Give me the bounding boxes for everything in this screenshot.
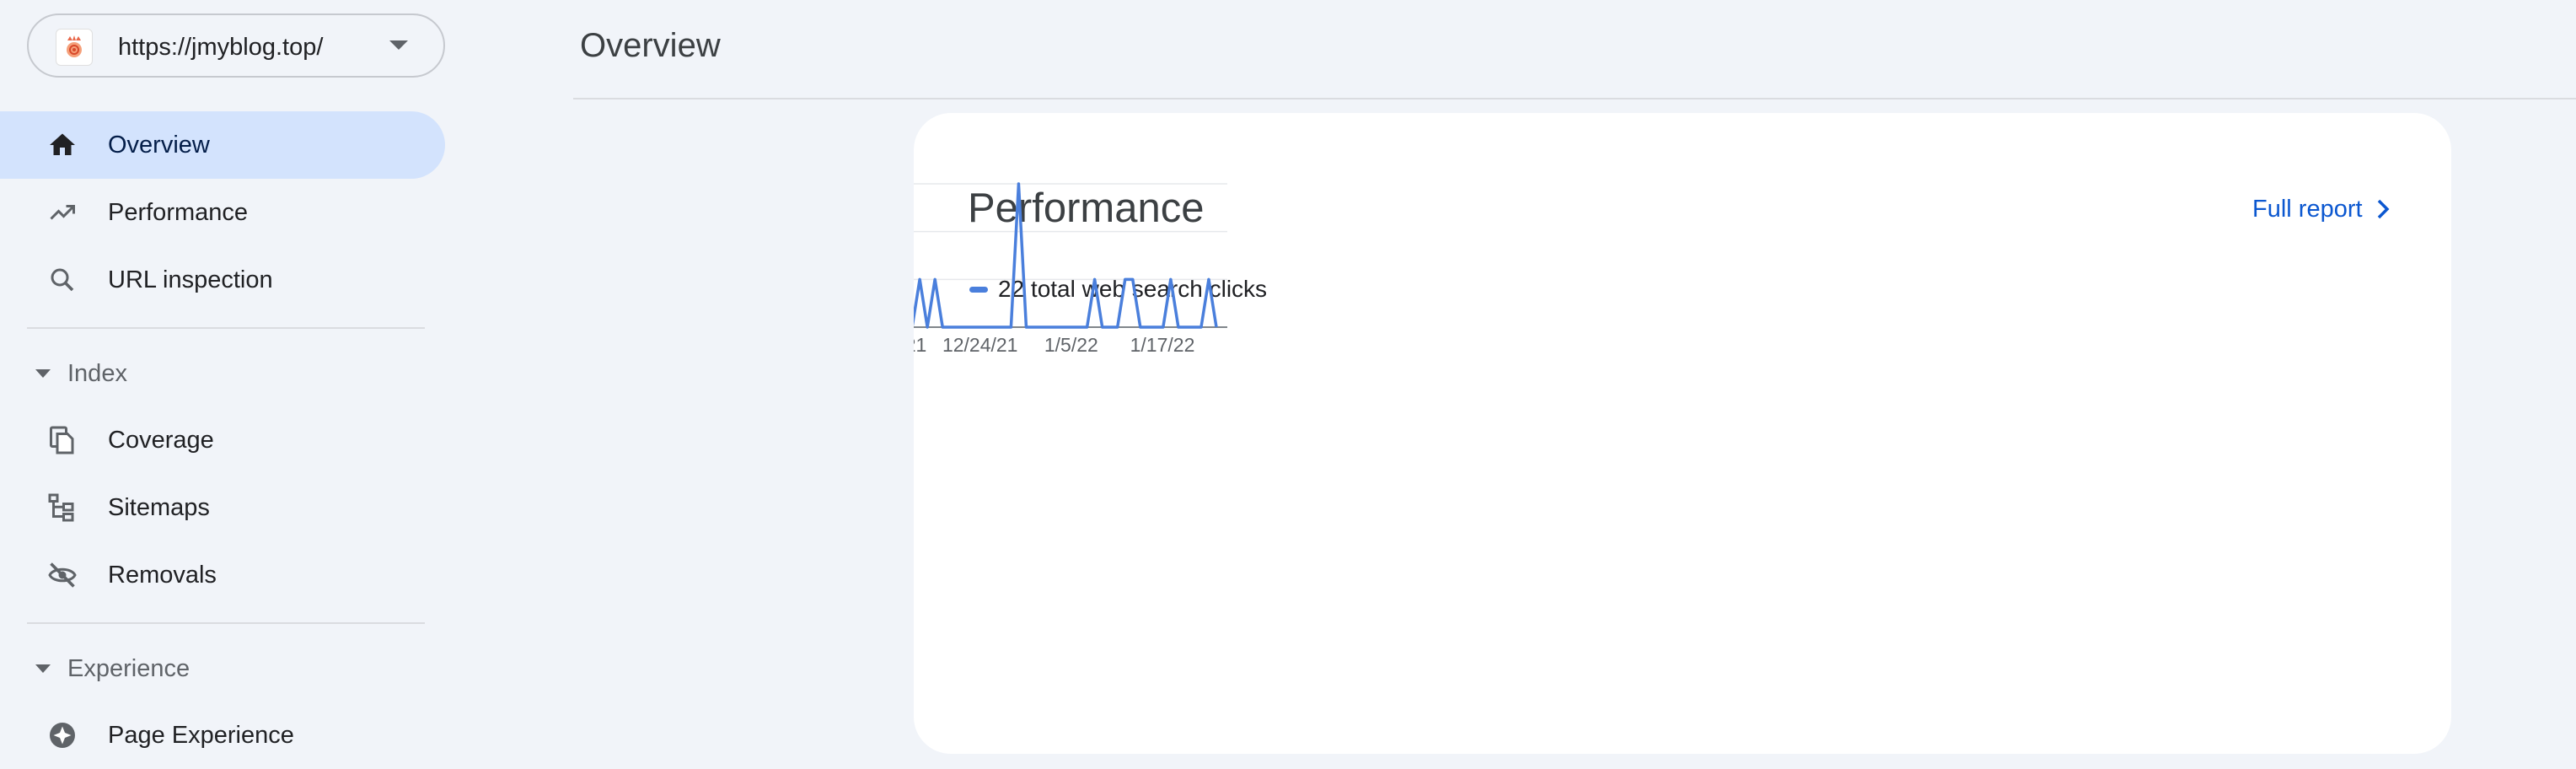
nav-label: Performance <box>108 199 249 226</box>
nav-label: Sitemaps <box>108 494 210 521</box>
page-title: Overview <box>580 27 721 64</box>
nav-item-page-experience[interactable]: Page Experience <box>0 702 445 769</box>
header-divider <box>573 98 2576 99</box>
nav-label: URL inspection <box>108 266 273 293</box>
section-index-toggle[interactable]: Index <box>0 347 445 398</box>
section-label: Index <box>67 360 127 387</box>
home-icon <box>50 133 75 155</box>
copy-icon <box>50 426 74 454</box>
caret-down-icon <box>35 664 51 673</box>
site-logo-icon <box>56 29 93 66</box>
trending-up-icon <box>50 205 75 220</box>
section-experience-toggle[interactable]: Experience <box>0 643 445 693</box>
caret-down-icon <box>35 369 51 378</box>
page-experience-icon <box>50 723 75 748</box>
x-tick-label: 12/24/21 <box>942 334 1018 356</box>
search-icon <box>51 268 74 292</box>
x-tick-label: 1/5/22 <box>1044 334 1098 356</box>
performance-chart: 012310/25/2111/6/2111/18/2111/30/2112/12… <box>914 182 1227 356</box>
x-tick-label: 1/17/22 <box>1130 334 1195 356</box>
section-label: Experience <box>67 655 191 682</box>
nav-label: Removals <box>108 562 217 589</box>
eye-off-icon <box>48 562 77 588</box>
nav-label: Overview <box>108 132 210 159</box>
nav-item-performance[interactable]: Performance <box>0 179 445 246</box>
sitemap-icon <box>48 493 74 522</box>
nav-item-overview[interactable]: Overview <box>0 111 445 179</box>
nav-label: Coverage <box>108 427 214 454</box>
chevron-down-icon[interactable] <box>389 40 408 50</box>
property-url: https://jmyblog.top/ <box>118 34 324 61</box>
nav-item-coverage[interactable]: Coverage <box>0 406 445 474</box>
divider <box>27 327 425 329</box>
series-line-web-search-clicks[interactable] <box>914 182 1218 329</box>
divider <box>27 622 425 624</box>
performance-card: Performance Full report 22 total web sea… <box>914 113 2451 754</box>
nav-item-sitemaps[interactable]: Sitemaps <box>0 474 445 541</box>
nav-item-url-inspection[interactable]: URL inspection <box>0 246 445 314</box>
nav-item-removals[interactable]: Removals <box>0 541 445 609</box>
property-selector[interactable]: https://jmyblog.top/ <box>27 13 445 78</box>
nav-label: Page Experience <box>108 722 294 749</box>
x-tick-label: 12/12/21 <box>914 334 926 356</box>
sidebar: https://jmyblog.top/ Overview Performanc… <box>0 0 472 769</box>
